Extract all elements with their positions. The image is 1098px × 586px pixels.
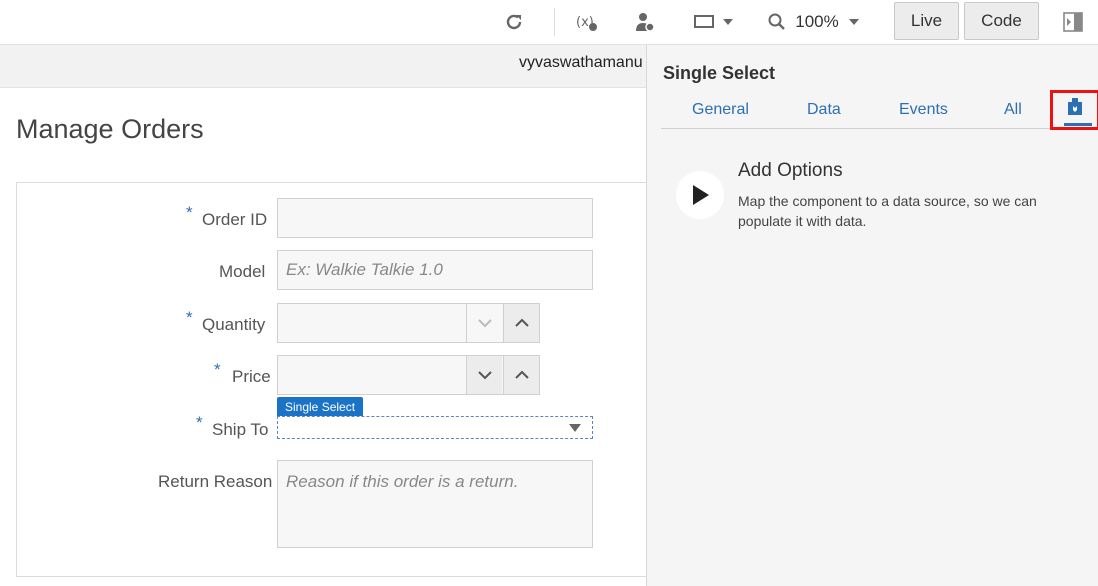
panel-title: Single Select [663, 63, 776, 83]
user-roles-icon[interactable] [630, 0, 660, 44]
required-marker: * [214, 360, 221, 379]
tab-data[interactable]: Data [807, 101, 841, 119]
screen-icon [694, 15, 714, 28]
chevron-down-icon [477, 371, 492, 380]
quantity-label: Quantity [202, 315, 266, 334]
toolbar-divider [554, 8, 555, 36]
page-title: Manage Orders [16, 114, 204, 144]
code-button[interactable]: Code [964, 2, 1039, 40]
order-id-label: Order ID [202, 210, 268, 229]
quantity-stepper[interactable] [277, 303, 540, 343]
live-button[interactable]: Live [894, 2, 959, 40]
required-marker: * [186, 308, 193, 327]
increment-button[interactable] [503, 356, 539, 394]
order-id-input[interactable] [277, 198, 593, 238]
price-stepper[interactable] [277, 355, 540, 395]
required-marker: * [196, 413, 203, 432]
tab-general[interactable]: General [692, 101, 749, 119]
user-bar: vyvaswathamanu [0, 45, 646, 88]
chevron-up-icon [514, 370, 529, 379]
ship-to-select[interactable] [277, 416, 593, 439]
decrement-button[interactable] [466, 356, 502, 394]
add-options-play-button[interactable] [676, 171, 724, 219]
variables-icon[interactable]: (x) [572, 0, 602, 44]
zoom-value: 100% [795, 12, 839, 31]
model-placeholder: Ex: Walkie Talkie 1.0 [286, 260, 443, 279]
top-toolbar: (x) 100% Live Code [0, 0, 1098, 45]
tab-all[interactable]: All [1004, 101, 1022, 119]
add-options-title[interactable]: Add Options [738, 160, 843, 182]
tab-events[interactable]: Events [899, 101, 948, 119]
chevron-down-icon [723, 19, 733, 25]
active-tab-indicator [1064, 123, 1092, 126]
device-size-dropdown[interactable] [690, 0, 738, 44]
refresh-icon[interactable] [499, 0, 529, 44]
properties-panel: Single Select General Data Events All Ad… [646, 45, 1098, 586]
username: vyvaswathamanu [519, 54, 643, 71]
model-label: Model [219, 262, 266, 281]
chevron-up-icon [514, 318, 529, 327]
ship-to-label: Ship To [212, 420, 269, 439]
return-reason-label: Return Reason [158, 472, 273, 491]
magnifier-icon [768, 13, 786, 30]
selected-component-badge: Single Select [277, 397, 364, 417]
zoom-dropdown[interactable]: 100% [766, 0, 862, 44]
quick-start-icon [1068, 98, 1082, 115]
collapse-panel-icon[interactable] [1058, 0, 1088, 44]
add-options-description: Map the component to a data source, so w… [738, 193, 1037, 229]
chevron-down-icon [477, 319, 492, 328]
model-input[interactable]: Ex: Walkie Talkie 1.0 [277, 250, 593, 290]
price-label: Price [232, 367, 271, 386]
return-reason-textarea[interactable]: Reason if this order is a return. [277, 460, 593, 548]
required-marker: * [186, 203, 193, 222]
return-reason-placeholder: Reason if this order is a return. [286, 472, 519, 491]
panel-tabs: General Data Events All [661, 95, 1095, 129]
chevron-down-icon [569, 424, 581, 432]
play-icon [693, 185, 709, 205]
increment-button[interactable] [503, 304, 539, 342]
decrement-button[interactable] [466, 304, 502, 342]
chevron-down-icon [848, 19, 859, 25]
